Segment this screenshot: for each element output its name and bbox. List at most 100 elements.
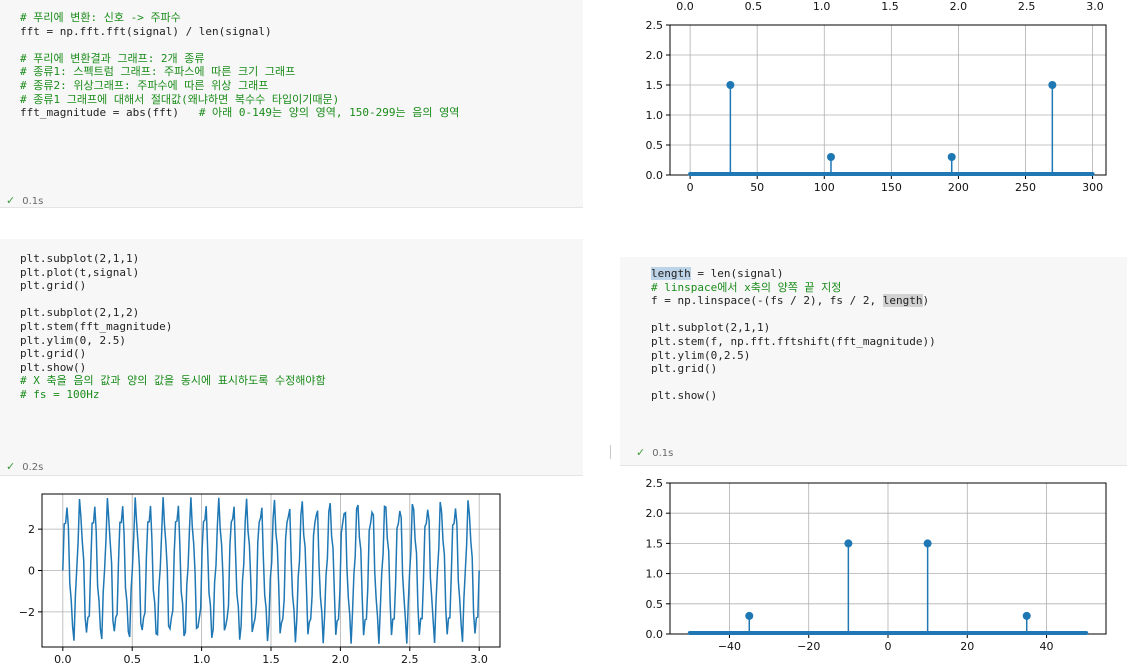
top-tick-label: 0.5 (745, 0, 763, 13)
x-tick-label: 0.0 (54, 653, 72, 666)
stem-marker (844, 539, 853, 548)
code-line: plt.subplot(2,1,1) (651, 321, 771, 335)
code-line: plt.grid() (651, 362, 718, 376)
code-text: = len(signal) (690, 267, 784, 280)
code-line: plt.ylim(0, 2.5) (20, 333, 126, 347)
highlighted-token: length (651, 267, 691, 280)
y-tick-label: 0.0 (646, 628, 664, 641)
code-line: fft = np.fft.fft(signal) / len(signal) (20, 24, 272, 38)
x-tick-label: 3.0 (470, 653, 488, 666)
x-tick-label: 50 (750, 181, 764, 194)
y-tick-label: 1.5 (646, 537, 664, 550)
code-line: # 푸리에 변환: 신호 -> 주파수 (20, 11, 181, 24)
plot-code-editor[interactable]: plt.subplot(2,1,1) plt.plot(t,signal) plt.… (20, 252, 326, 402)
exec-time: 0.1s (22, 196, 44, 207)
plot-frame (669, 482, 1107, 635)
x-tick-label: 150 (881, 181, 902, 194)
x-tick-label: 200 (948, 181, 969, 194)
code-line: plt.show() (20, 360, 87, 374)
y-tick-label: 0 (28, 565, 35, 578)
code-line: plt.subplot(2,1,2) (20, 306, 140, 320)
y-tick-label: 0.0 (646, 169, 664, 182)
stem-marker (1022, 611, 1031, 620)
x-tick-label: 1.0 (193, 653, 211, 666)
code-text: ) (922, 294, 930, 308)
x-tick-label: 0 (687, 181, 694, 194)
top-tick-label: 2.5 (1018, 0, 1036, 13)
code-line: plt.show() (651, 389, 718, 403)
code-comment: # 아래 0-149는 양의 영역, 150-299는 음의 영역 (198, 106, 460, 120)
cell-status: ✓ 0.1s (6, 194, 43, 207)
y-tick-label: 2.0 (646, 49, 664, 62)
code-line: plt.subplot(2,1,1) (20, 252, 140, 265)
y-tick-label: 2.0 (646, 507, 664, 520)
x-tick-label: 2.0 (332, 653, 350, 666)
code-text: f = np.linspace(-(fs / 2), fs / 2, (651, 294, 883, 308)
stem-marker (947, 153, 956, 161)
code-line: plt.stem(fft_magnitude) (20, 319, 173, 333)
code-text: fft_magnitude = abs(fft) (20, 106, 199, 120)
code-line: # X 축을 음의 값과 양의 값을 동시에 표시하도록 수정해야함 (20, 374, 326, 388)
x-tick-label: 0.5 (123, 653, 141, 666)
check-icon: ✓ (6, 460, 16, 473)
code-line: plt.plot(t,signal) (20, 265, 140, 279)
stem-marker (745, 611, 754, 620)
cell-status: ✓ 0.1s (636, 446, 673, 459)
code-line: plt.ylim(0,2.5) (651, 348, 751, 362)
y-tick-label: 2 (28, 523, 35, 536)
x-tick-label: 40 (1040, 640, 1054, 653)
y-tick-label: 1.0 (646, 109, 664, 122)
x-tick-label: 20 (960, 640, 974, 653)
plot-frame (669, 24, 1107, 176)
y-tick-label: −2 (19, 606, 35, 619)
exec-time: 0.2s (22, 462, 44, 473)
code-line: plt.grid() (20, 279, 87, 293)
y-tick-label: 2.5 (646, 477, 664, 490)
top-tick-label: 0.0 (676, 0, 694, 13)
code-line: # fs = 100Hz (20, 387, 100, 401)
y-tick-label: 0.5 (646, 598, 664, 611)
plot-frame (41, 493, 501, 648)
x-tick-label: −40 (718, 640, 741, 653)
x-tick-label: 2.5 (401, 653, 419, 666)
cell-status: ✓ 0.2s (6, 460, 43, 473)
check-icon: ✓ (636, 446, 646, 459)
code-line: f = np.linspace(-(fs / 2), fs / 2, lengt… (651, 294, 936, 308)
highlighted-token: length (882, 294, 923, 308)
stem-marker (826, 153, 835, 161)
code-line: plt.stem(f, np.fft.fftshift(fft_magnitud… (651, 334, 936, 348)
y-tick-label: 0.5 (646, 139, 664, 152)
check-icon: ✓ (6, 194, 16, 207)
code-line: # 종류2: 위상그래프: 주파수에 따른 위상 그래프 (20, 78, 269, 92)
code-line: length = len(signal) (651, 267, 936, 281)
code-line: # 푸리에 변환결과 그래프: 2개 종류 (20, 51, 205, 65)
signal-line (62, 497, 480, 644)
x-tick-label: −20 (797, 640, 820, 653)
stem-marker (1048, 81, 1057, 89)
x-tick-label: 1.5 (262, 653, 280, 666)
x-tick-label: 250 (1015, 181, 1036, 194)
top-tick-label: 1.0 (813, 0, 831, 13)
y-tick-label: 1.0 (646, 568, 664, 581)
top-tick-label: 2.0 (950, 0, 968, 13)
code-line: # linspace에서 x축의 양쪽 끝 지정 (651, 280, 842, 294)
stem-marker (726, 81, 735, 89)
top-tick-label: 3.0 (1086, 0, 1104, 13)
shift-code-editor[interactable]: length = len(signal) # linspace에서 x축의 양쪽 … (651, 267, 936, 403)
code-line: # 종류1 그래프에 대해서 절대값(왜냐하면 복수수 타입이기때문) (20, 92, 340, 106)
fft-code-editor[interactable]: # 푸리에 변환: 신호 -> 주파수 fft = np.fft.fft(sign… (20, 11, 459, 120)
code-line: plt.grid() (20, 347, 87, 361)
x-tick-label: 300 (1082, 181, 1103, 194)
exec-time: 0.1s (652, 448, 674, 459)
code-line: fft_magnitude = abs(fft) # 아래 0-149는 양의 … (20, 106, 459, 120)
x-tick-label: 100 (814, 181, 835, 194)
top-tick-label: 1.5 (881, 0, 899, 13)
cell-divider (610, 445, 611, 459)
stem-marker (923, 539, 932, 548)
code-line: # 종류1: 스펙트럼 그래프: 주파스에 따른 크기 그래프 (20, 65, 296, 79)
x-tick-label: 0 (885, 640, 892, 653)
